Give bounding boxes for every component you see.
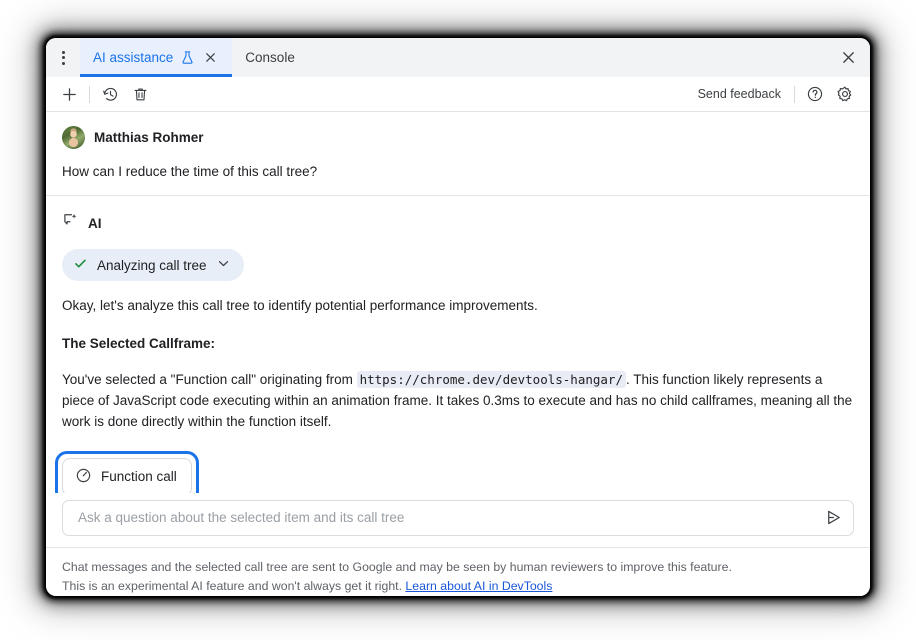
new-chat-button[interactable] — [54, 81, 84, 107]
flask-icon — [180, 50, 195, 65]
user-message: Matthias Rohmer How can I reduce the tim… — [46, 112, 870, 196]
delete-chat-button[interactable] — [125, 81, 155, 107]
ai-message: AI Analyzing call tree Okay — [46, 196, 870, 493]
send-feedback-button[interactable]: Send feedback — [690, 87, 789, 101]
analysis-step-label: Analyzing call tree — [97, 258, 207, 273]
toolbar-divider-2 — [794, 86, 795, 103]
context-chip-focus-ring: Function call — [55, 451, 199, 493]
more-tabs-button[interactable] — [46, 38, 80, 77]
send-button[interactable] — [819, 505, 847, 531]
settings-button[interactable] — [830, 81, 860, 107]
user-name: Matthias Rohmer — [94, 130, 204, 145]
input-area — [46, 493, 870, 536]
send-arrow-icon — [824, 508, 843, 527]
ai-name: AI — [88, 216, 102, 231]
history-button[interactable] — [95, 81, 125, 107]
context-chip-label: Function call — [101, 469, 177, 484]
devtools-window: AI assistance Console — [46, 38, 870, 596]
close-panel-button[interactable] — [826, 38, 870, 77]
disclaimer-footer: Chat messages and the selected call tree… — [46, 547, 870, 596]
analysis-step-chip[interactable]: Analyzing call tree — [62, 249, 244, 281]
help-button[interactable] — [800, 81, 830, 107]
learn-about-ai-link[interactable]: Learn about AI in DevTools — [405, 579, 552, 593]
history-clock-icon — [102, 86, 119, 103]
ai-header: AI — [62, 212, 854, 234]
performance-gauge-icon — [75, 467, 92, 487]
chat-input[interactable] — [76, 509, 819, 526]
chat-input-box[interactable] — [62, 500, 854, 536]
close-icon — [840, 49, 857, 66]
ai-paragraph-2: You've selected a "Function call" origin… — [62, 370, 854, 433]
user-message-text: How can I reduce the time of this call t… — [62, 164, 854, 179]
tab-console[interactable]: Console — [232, 38, 308, 77]
disclaimer-line-1: Chat messages and the selected call tree… — [62, 560, 732, 574]
tab-ai-assistance-label: AI assistance — [93, 50, 173, 65]
context-chip-function-call[interactable]: Function call — [62, 458, 192, 493]
toolbar-divider — [89, 86, 90, 103]
ai-paragraph-2-prefix: You've selected a "Function call" origin… — [62, 372, 357, 387]
chevron-down-icon — [216, 256, 231, 274]
source-url-code: https://chrome.dev/devtools-hangar/ — [357, 371, 626, 388]
help-circle-icon — [806, 85, 824, 103]
user-avatar — [62, 126, 85, 149]
panel-toolbar: Send feedback — [46, 77, 870, 112]
tab-close-icon[interactable] — [202, 49, 219, 66]
plus-icon — [61, 86, 78, 103]
tab-ai-assistance[interactable]: AI assistance — [80, 38, 232, 77]
tab-bar: AI assistance Console — [46, 38, 870, 77]
kebab-menu-icon — [62, 51, 65, 65]
user-header: Matthias Rohmer — [62, 126, 854, 149]
disclaimer-line-2: This is an experimental AI feature and w… — [62, 579, 405, 593]
screenshot-backdrop: AI assistance Console — [0, 0, 916, 640]
chat-area: Matthias Rohmer How can I reduce the tim… — [46, 112, 870, 493]
ai-paragraph-1: Okay, let's analyze this call tree to id… — [62, 296, 854, 317]
gear-icon — [836, 85, 854, 103]
tab-console-label: Console — [245, 50, 295, 65]
check-icon — [73, 256, 88, 274]
trash-icon — [132, 86, 149, 103]
ai-heading-1: The Selected Callframe: — [62, 334, 854, 355]
ai-sparkle-icon — [62, 212, 79, 234]
tabbar-spacer — [308, 38, 826, 77]
